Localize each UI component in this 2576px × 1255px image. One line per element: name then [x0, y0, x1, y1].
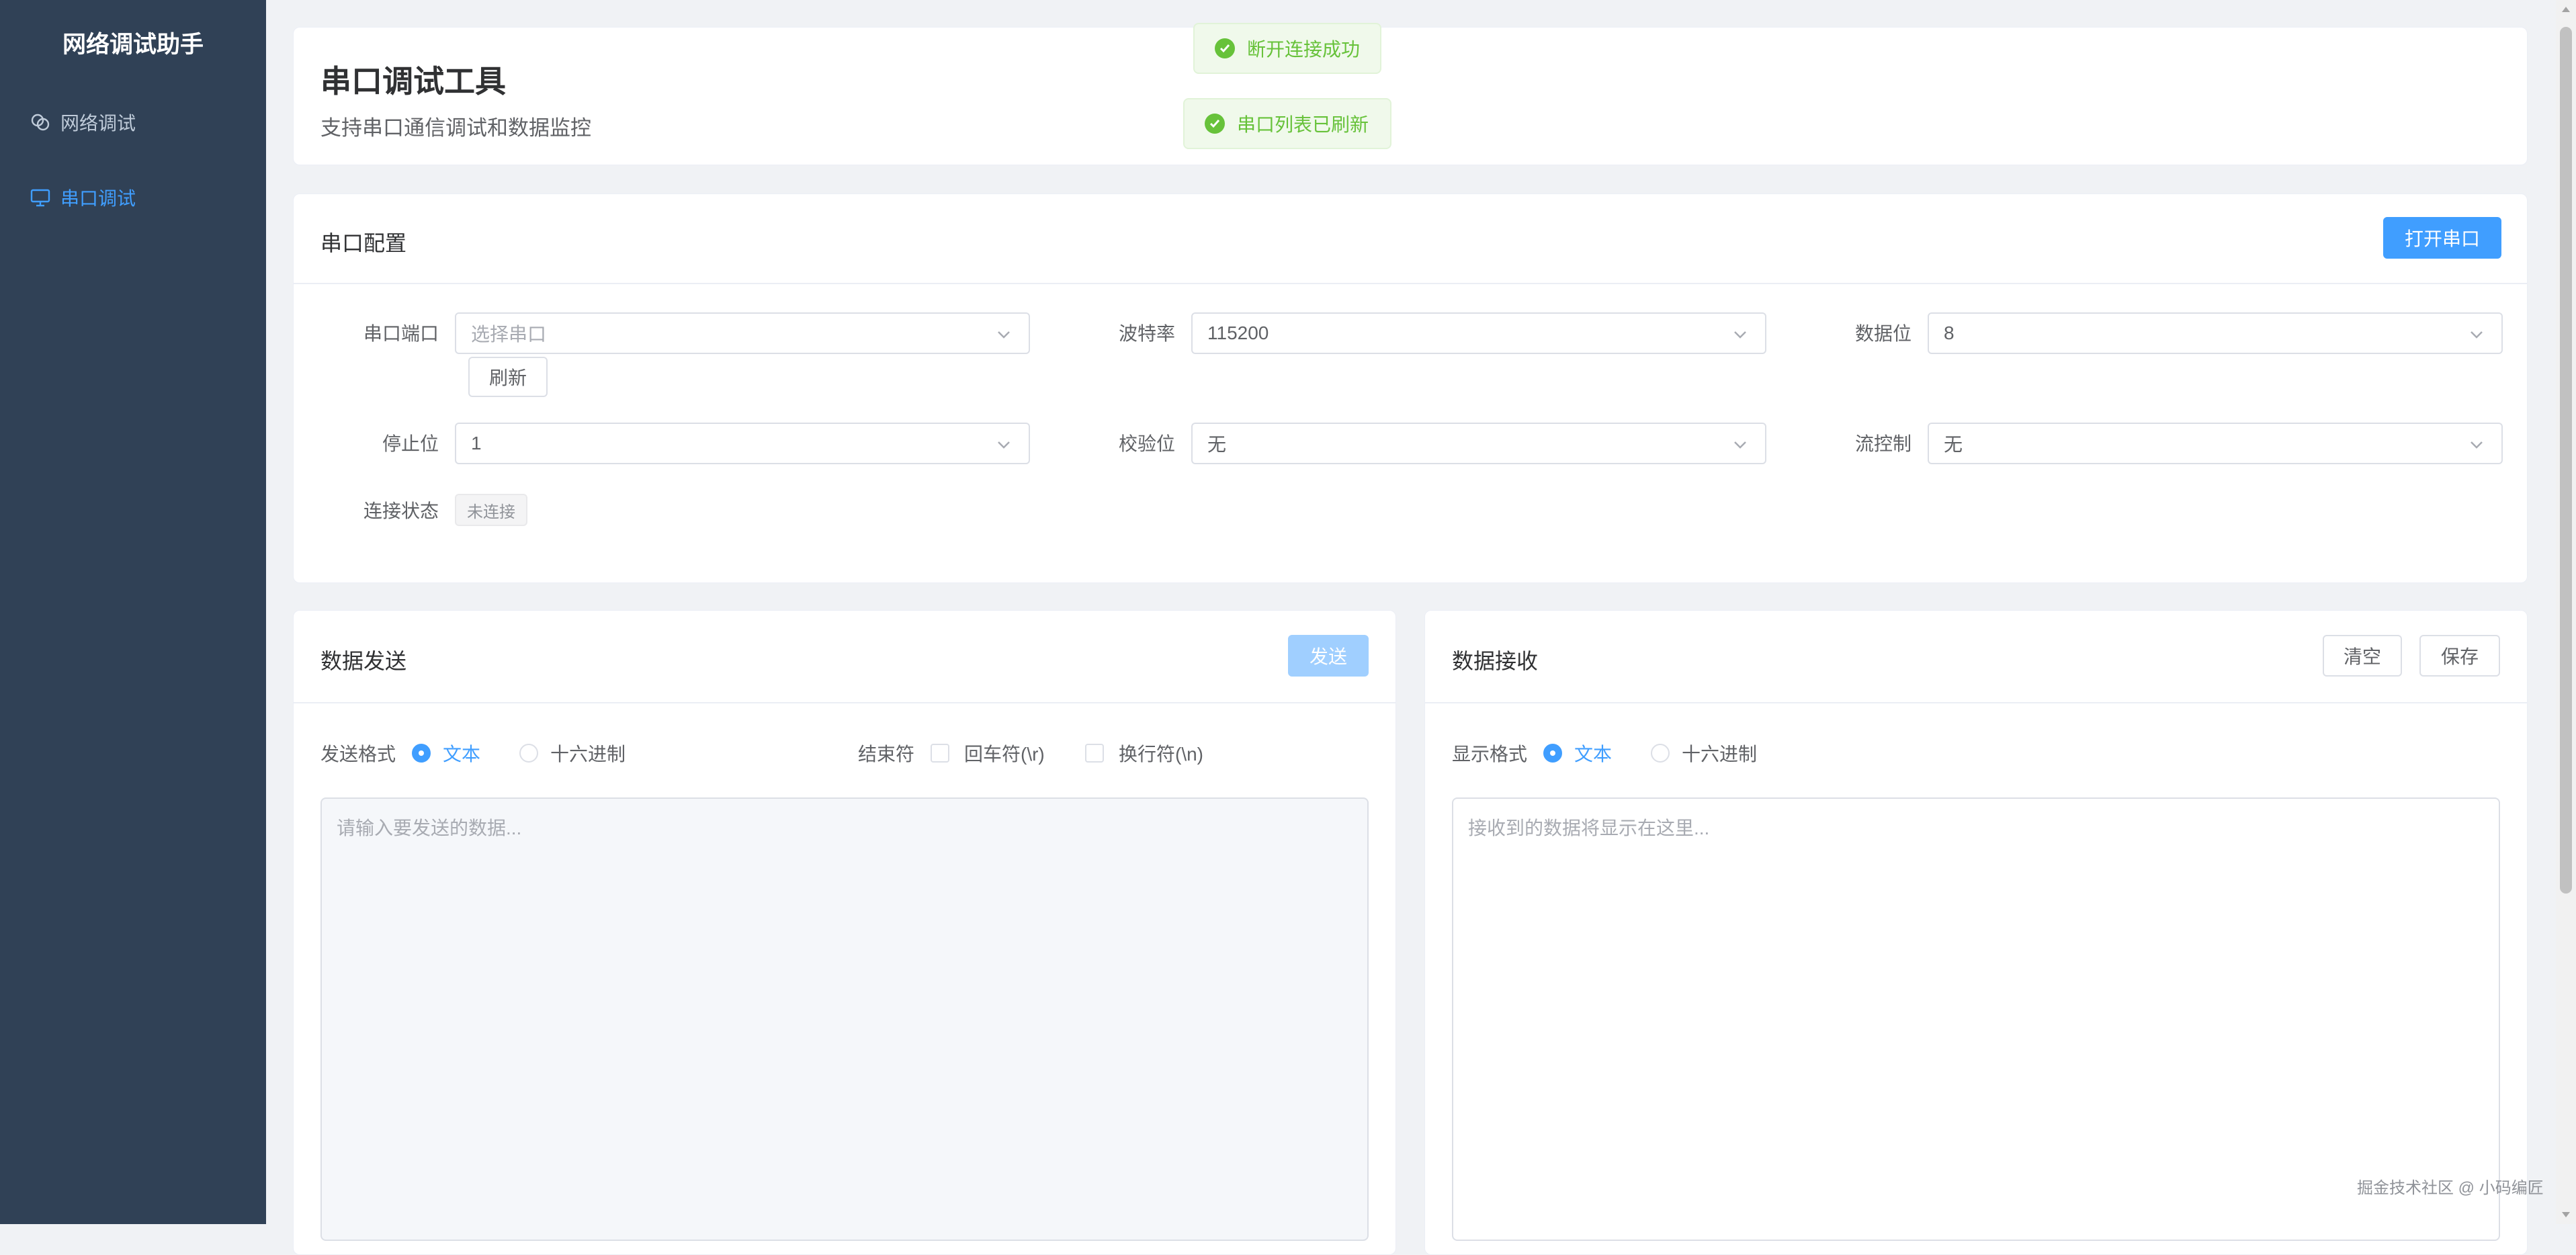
serial-config-header: 串口配置 打开串口 [294, 194, 2527, 284]
baud-rate-value: 115200 [1207, 322, 1269, 343]
open-port-button[interactable]: 打开串口 [2383, 217, 2501, 259]
chevron-down-icon [1734, 441, 1746, 449]
send-data-placeholder: 请输入要发送的数据... [337, 818, 522, 838]
baud-rate-label: 波特率 [1118, 323, 1175, 344]
radio-circle [1651, 744, 1670, 763]
stop-bits-value: 1 [471, 433, 482, 453]
connection-status-label: 连接状态 [363, 501, 439, 521]
port-label: 串口端口 [363, 323, 439, 344]
sidebar: 网络调试助手 网络调试 串口调试 [0, 0, 266, 1224]
page-subtitle: 支持串口通信调试和数据监控 [320, 116, 591, 140]
serial-config-card: 串口配置 打开串口 串口端口 选择串口 刷新 波特率 115200 数据位 8 … [293, 193, 2528, 583]
page-title: 串口调试工具 [320, 64, 506, 99]
toast-text: 断开连接成功 [1247, 39, 1361, 60]
baud-rate-select[interactable]: 115200 [1191, 312, 1766, 354]
receive-data-textarea[interactable]: 接收到的数据将显示在这里... [1452, 797, 2500, 1241]
port-select-value: 选择串口 [471, 324, 547, 345]
data-bits-select[interactable]: 8 [1928, 312, 2503, 354]
scroll-up-icon[interactable] [2562, 7, 2570, 12]
flow-control-label: 流控制 [1854, 433, 1912, 454]
stop-bits-select[interactable]: 1 [455, 423, 1030, 464]
parity-select[interactable]: 无 [1191, 423, 1766, 464]
display-format-hex-radio[interactable]: 十六进制 [1651, 740, 1757, 767]
radio-label: 文本 [443, 744, 481, 765]
monitor-icon [30, 189, 50, 207]
chevron-down-icon [2471, 331, 2483, 339]
receive-data-placeholder: 接收到的数据将显示在这里... [1468, 818, 1710, 838]
page-header: 串口调试工具 支持串口通信调试和数据监控 [293, 27, 2528, 165]
chevron-down-icon [1734, 331, 1746, 339]
send-data-textarea[interactable]: 请输入要发送的数据... [320, 797, 1369, 1241]
parity-value: 无 [1207, 434, 1227, 455]
send-card-title: 数据发送 [320, 649, 407, 673]
app-title: 网络调试助手 [62, 32, 204, 58]
receive-card-title: 数据接收 [1452, 649, 1539, 673]
receive-card: 数据接收 清空 保存 显示格式 文本 十六进制 接收到的数据将显示在这里... [1424, 610, 2528, 1255]
display-format-text-radio[interactable]: 文本 [1543, 740, 1612, 767]
status-badge: 未连接 [455, 494, 527, 526]
data-bits-value: 8 [1944, 322, 1955, 343]
send-format-hex-radio[interactable]: 十六进制 [519, 740, 626, 767]
sidebar-item-label: 串口调试 [60, 188, 136, 209]
clear-button[interactable]: 清空 [2323, 635, 2402, 677]
send-format-label: 发送格式 [320, 744, 396, 765]
radio-label: 十六进制 [1682, 744, 1758, 765]
radio-circle [1543, 744, 1562, 763]
send-button[interactable]: 发送 [1288, 635, 1369, 677]
check-circle-icon [1205, 114, 1225, 134]
chevron-down-icon [2471, 441, 2483, 449]
flow-control-value: 无 [1944, 434, 1963, 455]
checkbox-label: 换行符(\n) [1119, 744, 1204, 765]
terminator-cr-checkbox[interactable]: 回车符(\r) [931, 740, 1045, 767]
radio-circle [519, 744, 538, 763]
serial-config-title: 串口配置 [320, 231, 407, 255]
chevron-down-icon [998, 441, 1010, 449]
radio-label: 文本 [1574, 744, 1613, 765]
sidebar-item-network-debug[interactable]: 网络调试 [0, 91, 266, 153]
scrollbar-thumb[interactable] [2560, 27, 2572, 894]
watermark: 掘金技术社区 @ 小码编匠 [2357, 1179, 2544, 1197]
toast-text: 串口列表已刷新 [1237, 114, 1369, 135]
port-select[interactable]: 选择串口 [455, 312, 1030, 354]
terminator-label: 结束符 [858, 744, 915, 765]
flow-control-select[interactable]: 无 [1928, 423, 2503, 464]
toast-disconnect-success: 断开连接成功 [1193, 23, 1381, 74]
data-bits-label: 数据位 [1854, 323, 1912, 344]
checkbox-box [1085, 744, 1104, 763]
sidebar-item-serial-debug[interactable]: 串口调试 [0, 167, 266, 228]
display-format-label: 显示格式 [1452, 744, 1528, 765]
check-circle-icon [1215, 38, 1235, 58]
terminator-lf-checkbox[interactable]: 换行符(\n) [1085, 740, 1203, 767]
radio-label: 十六进制 [550, 744, 626, 765]
refresh-button[interactable]: 刷新 [468, 357, 548, 397]
send-card: 数据发送 发送 发送格式 文本 十六进制 结束符 回车符(\r) 换行符(\n)… [293, 610, 1396, 1255]
link-icon [31, 114, 50, 131]
receive-card-header: 数据接收 清空 保存 [1425, 611, 2527, 703]
toast-port-list-refreshed: 串口列表已刷新 [1183, 98, 1391, 149]
parity-label: 校验位 [1118, 433, 1175, 454]
sidebar-item-label: 网络调试 [60, 113, 136, 134]
scrollbar[interactable] [2556, 0, 2576, 1224]
radio-circle [412, 744, 431, 763]
send-format-text-radio[interactable]: 文本 [412, 740, 480, 767]
chevron-down-icon [998, 331, 1010, 339]
stop-bits-label: 停止位 [382, 433, 439, 454]
send-card-header: 数据发送 发送 [294, 611, 1396, 703]
checkbox-box [931, 744, 949, 763]
save-button[interactable]: 保存 [2419, 635, 2500, 677]
scroll-down-icon[interactable] [2562, 1212, 2570, 1217]
checkbox-label: 回车符(\r) [964, 744, 1045, 765]
